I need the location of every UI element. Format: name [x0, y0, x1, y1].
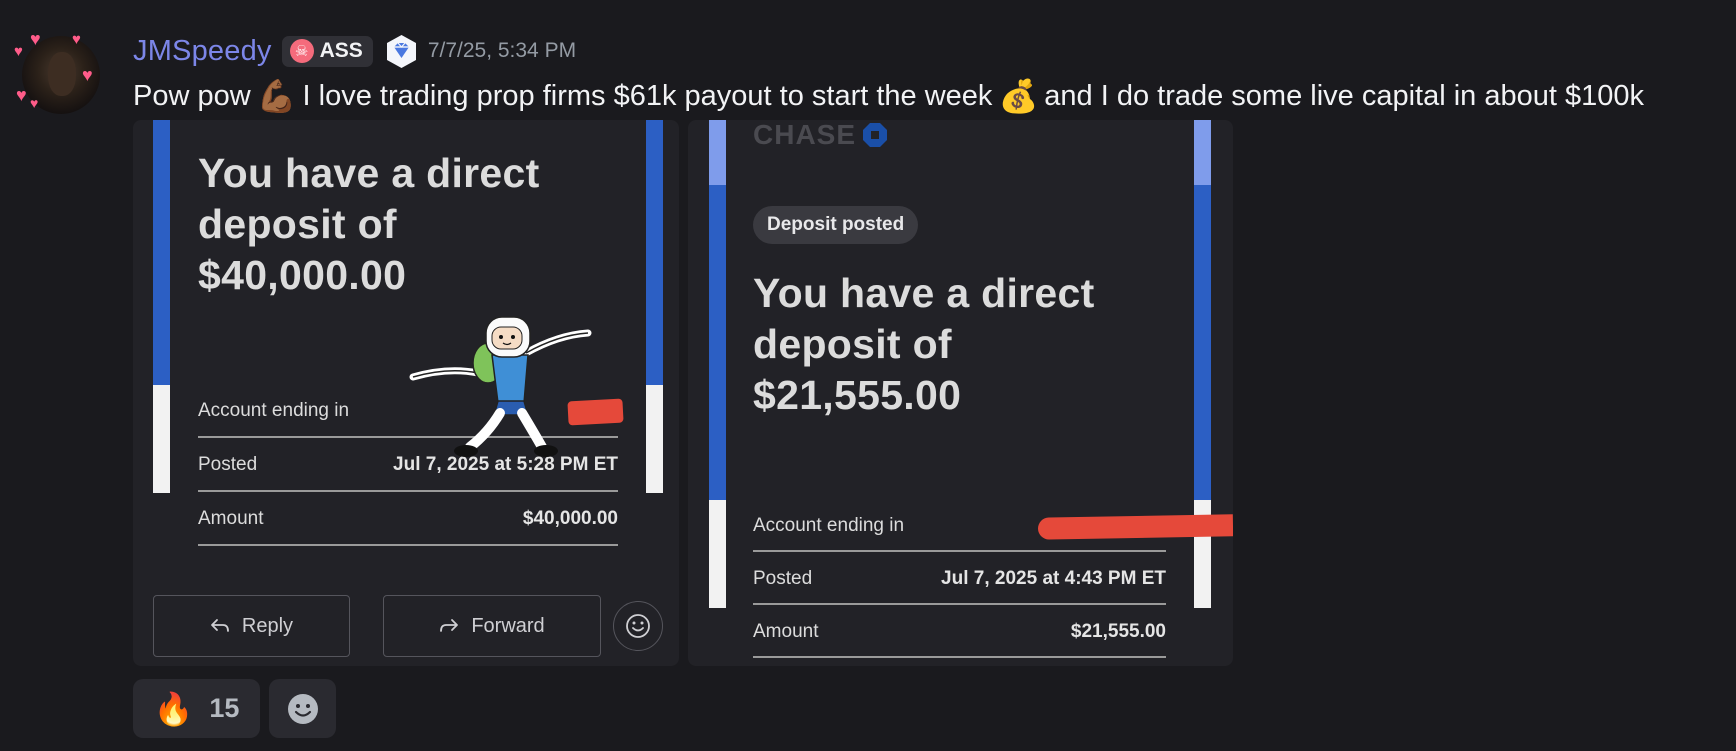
divider [753, 603, 1166, 605]
stripe-decoration [646, 385, 663, 493]
cartoon-sticker [409, 316, 592, 457]
message-content: Pow pow 💪🏾 I love trading prop firms $61… [133, 74, 1644, 118]
add-reaction-smiley-icon [287, 693, 318, 724]
stripe-decoration [709, 120, 726, 185]
image-attachment-1[interactable]: You have a direct deposit of $40,000.00 … [133, 120, 679, 666]
heart-decoration-icon: ♥ [16, 85, 27, 105]
avatar[interactable]: ♥ ♥ ♥ ♥ ♥ ♥ [14, 29, 108, 114]
forward-button[interactable]: Forward [383, 595, 601, 657]
skull-icon: ☠ [289, 39, 314, 63]
amount-value: $40,000.00 [522, 508, 618, 529]
divider [198, 544, 618, 546]
chase-octagon-icon [863, 123, 888, 147]
posted-label: Posted [753, 568, 813, 589]
message-text-part: Pow pow [133, 79, 251, 112]
stripe-decoration [709, 500, 726, 608]
deposit-heading: You have a direct deposit of $21,555.00 [753, 270, 1095, 418]
role-tag[interactable]: ☠ ASS [281, 35, 373, 67]
money-bag-emoji-icon: 💰 [998, 78, 1039, 114]
heart-decoration-icon: ♥ [82, 65, 93, 85]
reply-button-label: Reply [241, 614, 294, 637]
amount-label: Amount [198, 508, 264, 529]
heart-decoration-icon: ♥ [30, 95, 39, 111]
chase-logo: CHASE [753, 120, 888, 150]
redaction-mark [1037, 514, 1233, 540]
reply-button[interactable]: Reply [153, 595, 350, 657]
stripe-decoration [153, 120, 170, 385]
divider [753, 656, 1166, 658]
stripe-decoration [153, 385, 170, 493]
forward-arrow-icon [440, 619, 459, 632]
account-label: Account ending in [198, 400, 350, 421]
emoji-reaction-button[interactable] [613, 601, 663, 651]
image-attachment-2[interactable]: CHASE Deposit posted You have a direct d… [688, 120, 1233, 666]
amount-value: $21,555.00 [1070, 621, 1166, 642]
username[interactable]: JMSpeedy [133, 35, 272, 68]
heart-decoration-icon: ♥ [72, 31, 81, 48]
amount-label: Amount [753, 621, 819, 642]
heart-decoration-icon: ♥ [30, 29, 41, 49]
deposit-posted-tag: Deposit posted [753, 206, 919, 244]
fire-emoji-icon: 🔥 [153, 690, 194, 727]
timestamp: 7/7/25, 5:34 PM [427, 39, 577, 62]
smiley-icon [626, 614, 650, 638]
message-text-part: I love trading prop firms $61k payout to… [302, 79, 993, 112]
role-tag-label: ASS [319, 39, 363, 62]
diamond-badge-icon[interactable] [385, 34, 418, 69]
stripe-decoration [646, 120, 663, 385]
forward-button-label: Forward [471, 614, 545, 637]
stripe-decoration [1194, 185, 1211, 500]
add-reaction-button[interactable] [269, 679, 336, 738]
reply-arrow-icon [211, 619, 229, 632]
divider [753, 550, 1166, 552]
stripe-decoration [709, 185, 726, 500]
posted-value: Jul 7, 2025 at 4:43 PM ET [941, 568, 1166, 589]
message-header: JMSpeedy ☠ ASS 7/7/25, 5:34 PM [133, 32, 576, 70]
posted-label: Posted [198, 454, 258, 475]
reaction-fire[interactable]: 🔥 15 [133, 679, 260, 738]
account-label: Account ending in [753, 515, 905, 536]
stripe-decoration [1194, 120, 1211, 185]
message-text-part: and I do trade some live capital in abou… [1044, 79, 1645, 112]
flexed-bicep-emoji-icon: 💪🏾 [256, 78, 297, 114]
heart-decoration-icon: ♥ [14, 43, 23, 60]
deposit-heading: You have a direct deposit of $40,000.00 [198, 150, 540, 298]
reaction-count: 15 [209, 693, 240, 723]
divider [198, 490, 618, 492]
